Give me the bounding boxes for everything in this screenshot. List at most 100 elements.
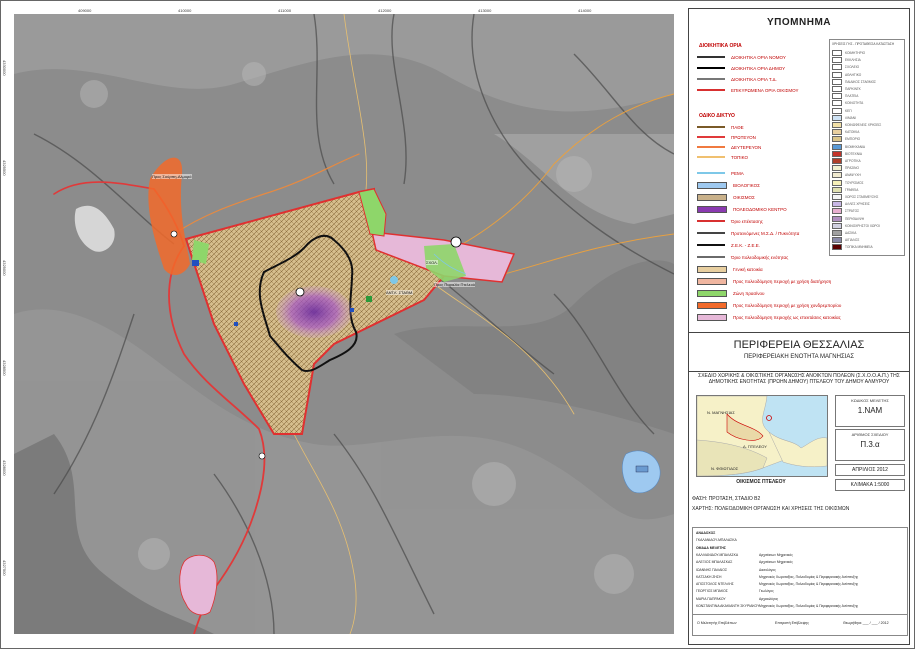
land-use-label: ΑΘΛΗΤΙΚΟ bbox=[845, 72, 862, 77]
station-label: ΑΝΤΛ. ΣΤΑΘΜ. bbox=[386, 290, 414, 295]
other_items-label: ΡΕΜΑ bbox=[731, 170, 744, 176]
land-use-table-title: ΧΡΗΣΕΙΣ ΓΗΣ - ΠΡΟΤΑΘΕΙΣΑ ΚΑΤΑΣΤΑΣΗ bbox=[832, 42, 895, 46]
credit-name: ΚΩΝΣΤΑΝΤΙΝΑ ΑΚΑΚΙΑΝΤΗ ΣΚΥΡΙΑΚΟΥ bbox=[696, 604, 760, 608]
land-use-label: ΑΓΡΟΤΙΚΑ bbox=[845, 159, 861, 163]
tick-top-1: 409000 bbox=[78, 8, 92, 13]
other_items-item: Προς πολεοδόμηση περιοχής ως επεκτάσεις … bbox=[697, 313, 841, 321]
tick-left-6: 4327500 bbox=[2, 560, 7, 576]
land-use-label: ΠΡΑΣΙΝΟ bbox=[845, 166, 859, 171]
tick-top-4: 412000 bbox=[378, 8, 392, 13]
land-use-label: ΑΝΑΨΥΧΗ bbox=[845, 173, 861, 178]
land-use-swatch bbox=[832, 64, 842, 71]
phase-text: ΦΑΣΗ: ΠΡΟΤΑΣΗ, ΣΤΑΔΙΟ Β2 bbox=[692, 496, 761, 502]
land-use-swatch bbox=[832, 143, 842, 150]
credit-name: ΑΛΕΞΙΟΣ ΜΠΑΛΑΣΚΑΣ bbox=[696, 560, 733, 565]
other_items-symbol bbox=[697, 181, 727, 189]
other_items-item: Προς πολεοδόμηση περιοχή με χρήση διατήρ… bbox=[697, 277, 831, 285]
road_items-label: ΤΟΠΙΚΟ bbox=[731, 154, 749, 160]
map-canvas[interactable]: Προς Σούρπη-Αλμυρό Προς Παραλία Πτελεού … bbox=[14, 14, 674, 634]
road_items-label: ΠΡΩΤΕΥΟΝ bbox=[731, 134, 756, 140]
land-use-label: ΕΜΠΟΡΙΟ bbox=[845, 137, 861, 142]
land-use-swatch bbox=[832, 201, 842, 208]
road-label-north: Προς Σούρπη-Αλμυρό bbox=[152, 174, 192, 179]
land-use-swatch bbox=[832, 57, 842, 64]
admin_items-symbol bbox=[697, 87, 725, 93]
inset-label-fthiotida: Ν. ΦΘΙΩΤΙΔΟΣ bbox=[711, 466, 739, 471]
land-use-swatch bbox=[832, 78, 842, 85]
credit-role: Γεωλόγος bbox=[759, 589, 774, 594]
credit-name: ΑΠΟΣΤΟΛΟΣ ΝΤΕΛΛΗΣ bbox=[696, 582, 734, 587]
other_items-symbol bbox=[697, 265, 727, 273]
land-use-label: ΚΕΠ bbox=[845, 108, 852, 113]
credit-role: Μηχανικός Χωροταξίας, Πολεοδομίας & Περι… bbox=[759, 604, 859, 608]
other_items-label: ΒΙΟΛΟΓΙΚΟΣ bbox=[733, 182, 760, 188]
land-use-swatch bbox=[832, 71, 842, 78]
signature-approved: Θεωρήθηκε ___ / ___ / 2012 bbox=[843, 621, 889, 625]
credit-name: ΑΝΑΔΟΧΟΣ bbox=[696, 531, 716, 535]
land-use-label: ΚΑΤΟΙΚΙΑ bbox=[845, 130, 860, 135]
admin_items-item: ΔΙΟΙΚΗΤΙΚΑ ΟΡΙΑ Τ.Δ. bbox=[697, 75, 777, 83]
land-use-swatch bbox=[832, 194, 842, 200]
admin_items-item: ΔΙΟΙΚΗΤΙΚΑ ΟΡΙΑ ΝΟΜΟΥ bbox=[697, 53, 786, 61]
land-use-row: ΚΟΙΜΗΤΗΡΙΟ bbox=[832, 50, 902, 56]
admin-heading: ΔΙΟΙΚΗΤΙΚΑ ΟΡΙΑ bbox=[699, 43, 742, 49]
other_items-label: Προς πολεοδόμηση περιοχή με χρήση χονδρε… bbox=[733, 302, 842, 308]
road_items-symbol bbox=[697, 134, 725, 140]
land-use-row: ΠΑΡΚΙΝΓΚ bbox=[832, 86, 902, 92]
title-box: ΠΕΡΙΦΕΡΕΙΑ ΘΕΣΣΑΛΙΑΣ ΠΕΡΙΦΕΡΕΙΑΚΗ ΕΝΟΤΗΤ… bbox=[689, 332, 909, 372]
admin_items-item: ΕΠΙΚΥΡΩΜΕΝΑ ΟΡΙΑ ΟΙΚΙΣΜΟΥ bbox=[697, 86, 799, 94]
tick-left-1: 4330000 bbox=[2, 60, 7, 76]
land-use-row: ΧΩΡΟΣ ΣΤΑΘΜΕΥΣΗΣ bbox=[832, 194, 902, 200]
admin_items-label: ΔΙΟΙΚΗΤΙΚΑ ΟΡΙΑ ΝΟΜΟΥ bbox=[731, 54, 786, 60]
other_items-symbol bbox=[697, 289, 727, 297]
land-use-row: ΣΧΟΛΕΙΟ bbox=[832, 64, 902, 71]
land-use-swatch bbox=[832, 136, 842, 143]
date-box: ΑΠΡΙΛΙΟΣ 2012 bbox=[835, 464, 905, 476]
study-title: ΣΧΕΔΙΟ ΧΩΡΙΚΗΣ & ΟΙΚΙΣΤΙΚΗΣ ΟΡΓΑΝΩΣΗΣ ΑΝ… bbox=[698, 373, 900, 385]
land-use-label: ΧΩΡΟΣ ΣΤΑΘΜΕΥΣΗΣ bbox=[845, 195, 879, 199]
land-use-swatch bbox=[832, 222, 842, 229]
other_items-symbol bbox=[697, 277, 727, 285]
road_items-item: ΠΑΘΕ bbox=[697, 123, 744, 131]
other_items-symbol bbox=[697, 301, 727, 309]
admin_items-label: ΔΙΟΙΚΗΤΙΚΑ ΟΡΙΑ ΔΗΜΟΥ bbox=[731, 65, 786, 71]
other_items-symbol bbox=[697, 242, 725, 248]
land-use-label: ΚΟΙΜΗΤΗΡΙΟ bbox=[845, 51, 866, 55]
credit-role: Μηχανικός Χωροταξίας, Πολεοδομίας & Περι… bbox=[759, 582, 859, 587]
signature-box: Ο Μελετητής Επιβλέπων Επιτροπή Επίβλεψης… bbox=[692, 614, 908, 636]
land-use-row: ΑΝΑΨΥΧΗ bbox=[832, 172, 902, 179]
school-label: ΣΧΟΛ. bbox=[426, 260, 438, 265]
credit-name: ΚΑΛΛΙΑΝΙΔΟΥ-ΜΠΑΛΑΣΚΑ bbox=[696, 552, 739, 557]
land-use-label: ΒΙΟΤΕΧΝΙΑ bbox=[845, 151, 863, 156]
land-use-row: ΠΕΡΙΘΑΛΨΗ bbox=[832, 215, 902, 222]
admin_items-label: ΕΠΙΚΥΡΩΜΕΝΑ ΟΡΙΑ ΟΙΚΙΣΜΟΥ bbox=[731, 87, 799, 93]
land-use-label: ΣΤΡΑΤΟΣ bbox=[845, 209, 860, 214]
land-use-table: ΧΡΗΣΕΙΣ ΓΗΣ - ΠΡΟΤΑΘΕΙΣΑ ΚΑΤΑΣΤΑΣΗ ΚΟΙΜΗ… bbox=[829, 39, 905, 256]
credit-role: Μηχανικός Χωροταξίας, Πολεοδομίας & Περι… bbox=[759, 574, 859, 579]
signature-checker: Ο Μελετητής Επιβλέπων bbox=[697, 621, 737, 625]
land-use-label: ΤΟΥΡΙΣΜΟΣ bbox=[845, 180, 864, 185]
road_items-item: ΠΡΩΤΕΥΟΝ bbox=[697, 133, 756, 141]
study-code-box: ΚΩΔΙΚΟΣ ΜΕΛΕΤΗΣ 1.NAM bbox=[835, 395, 905, 427]
inset-label-pteleos: Δ. ΠΤΕΛΕΟΥ bbox=[743, 444, 767, 449]
land-use-swatch bbox=[832, 165, 842, 172]
land-use-swatch bbox=[832, 230, 842, 236]
land-use-swatch bbox=[832, 237, 842, 244]
inset-caption: ΟΙΚΙΣΜΟΣ ΠΤΕΛΕΟΥ bbox=[736, 479, 786, 485]
credit-role: Αρχιτέκτων Μηχανικός bbox=[759, 552, 793, 557]
land-use-label: ΠΛΑΤΕΙΑ bbox=[845, 94, 859, 99]
other_items-label: Προτεινόμενες Μ.Σ.Δ. / Πυκνότητα bbox=[731, 230, 800, 236]
land-use-label: ΔΑΣΙΚΑ bbox=[845, 231, 857, 235]
credits-box: ΑΝΑΔΟΧΟΣ ΓΚΑΛΑΝΙΔΟΥ-ΜΠΑΛΑΣΚΑ ΟΜΑΔΑ ΜΕΛΕΤΗΣ… bbox=[692, 527, 908, 615]
other_items-symbol bbox=[697, 254, 725, 260]
other_items-item: Όριο πολεοδομικής ενότητας bbox=[697, 253, 788, 261]
other_items-item: ΠΟΛΕΟΔΟΜΙΚΟ ΚΕΝΤΡΟ bbox=[697, 205, 787, 213]
other_items-item: Ζώνη πρασίνου bbox=[697, 289, 765, 297]
land-use-row: ΑΛΛΕΣ ΧΡΗΣΕΙΣ bbox=[832, 201, 902, 208]
land-use-swatch bbox=[832, 129, 842, 136]
credit-name: ΜΑΡΙΑ ΠΑΠΡΑΚΟΥ bbox=[696, 596, 726, 601]
drawing-number-label: ΑΡΙΘΜΟΣ ΣΧΕΔΙΟΥ bbox=[851, 432, 889, 437]
other_items-label: Ζ.Ε.Κ. - Ζ.Ε.Ε. bbox=[731, 242, 761, 248]
credit-name: ΚΑΤΣΑΚΗ ΖΗΣΗ bbox=[696, 574, 722, 579]
land-use-swatch bbox=[832, 208, 842, 215]
